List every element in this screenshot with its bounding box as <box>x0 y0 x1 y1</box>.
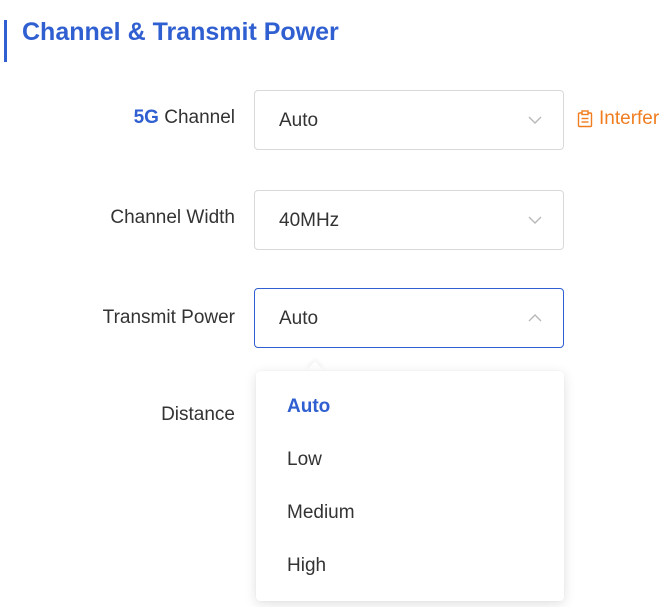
clipboard-icon <box>577 110 593 128</box>
channel-width-select-value: 40MHz <box>279 210 340 231</box>
chevron-up-icon <box>528 314 542 322</box>
dropdown-option-medium[interactable]: Medium <box>256 487 564 539</box>
chevron-down-icon <box>528 116 542 124</box>
distance-label: Distance <box>161 404 235 425</box>
channel-label-band: 5G <box>133 107 159 128</box>
dropdown-option-high[interactable]: High <box>256 540 564 592</box>
transmit-power-select-value: Auto <box>279 308 319 329</box>
channel-label: 5G Channel <box>134 107 235 129</box>
interference-link-text: Interfer <box>599 108 660 129</box>
section-accent-bar <box>4 20 7 62</box>
channel-width-select[interactable]: 40MHz <box>254 190 564 250</box>
dropdown-option-auto[interactable]: Auto <box>256 381 564 433</box>
interference-link[interactable]: Interfer <box>577 108 659 130</box>
channel-select[interactable]: Auto <box>254 90 564 150</box>
channel-select-value: Auto <box>279 110 319 131</box>
channel-width-label: Channel Width <box>110 207 235 228</box>
channel-label-text: Channel <box>158 107 235 128</box>
dropdown-option-low[interactable]: Low <box>256 434 564 486</box>
transmit-power-select[interactable]: Auto <box>254 288 564 348</box>
chevron-down-icon <box>528 216 542 224</box>
transmit-power-label: Transmit Power <box>102 307 235 328</box>
transmit-power-dropdown: Auto Low Medium High <box>256 371 564 601</box>
section-title: Channel & Transmit Power <box>22 18 339 46</box>
